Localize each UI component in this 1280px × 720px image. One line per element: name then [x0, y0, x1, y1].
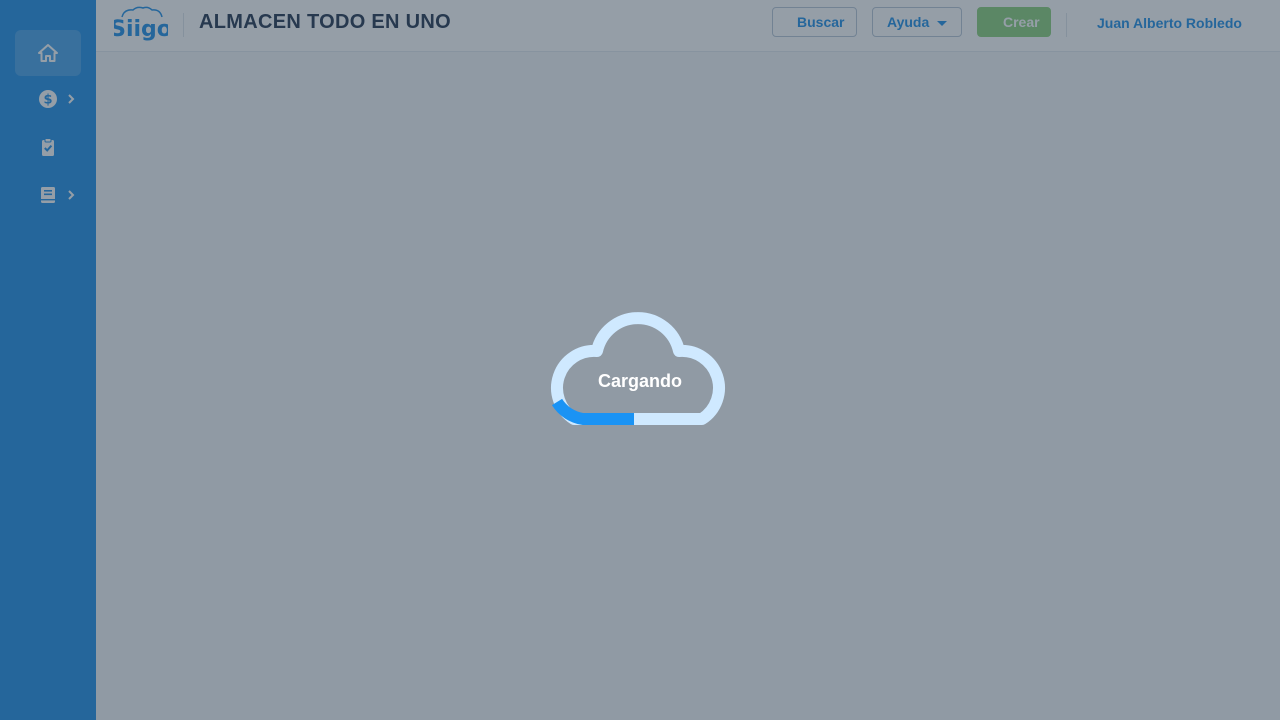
loading-label: Cargando	[597, 371, 682, 391]
loading-progress	[551, 398, 634, 425]
loading-overlay: Cargando	[0, 0, 1280, 720]
loading-indicator: Cargando	[543, 298, 737, 428]
cloud-loader-icon	[551, 312, 725, 425]
